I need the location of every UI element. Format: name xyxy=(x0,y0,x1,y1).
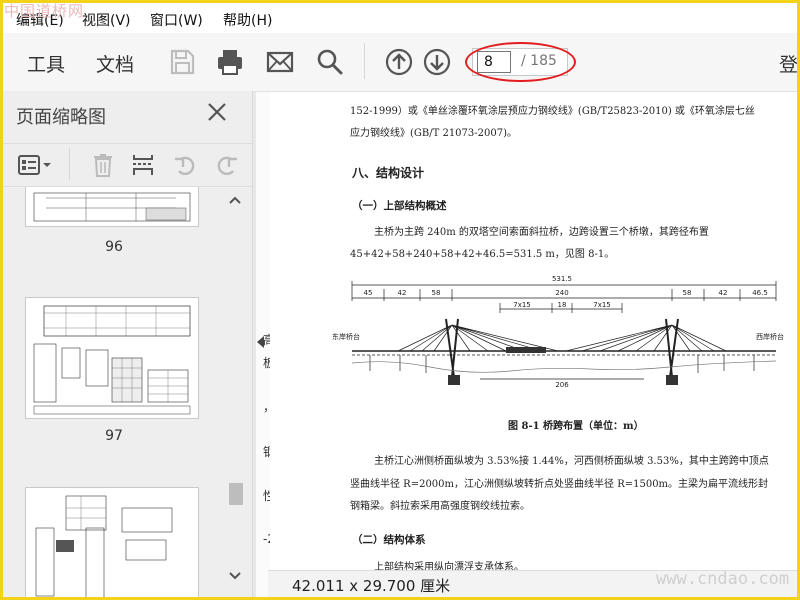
toolbar-separator xyxy=(364,43,365,79)
undo-icon[interactable] xyxy=(173,153,197,177)
login-button[interactable]: 登 xyxy=(779,50,798,77)
mail-icon[interactable] xyxy=(265,47,295,77)
thumbnail-label: 96 xyxy=(105,239,123,255)
tab-document[interactable]: 文档 xyxy=(96,50,134,77)
menu-view[interactable]: 视图(V) xyxy=(82,10,131,30)
dim-span: 58 xyxy=(432,289,441,297)
panel-separator xyxy=(69,148,70,180)
scroll-up-icon[interactable] xyxy=(229,195,241,205)
figure-caption: 图 8-1 桥跨布置（单位：m） xyxy=(508,421,644,432)
bridge-span-figure: 531.5 45 42 58 240 58 42 46.5 7x15 18 7x… xyxy=(332,275,784,389)
menu-bar: 编辑(E) 视图(V) 窗口(W) 帮助(H) xyxy=(3,3,797,33)
print-icon[interactable] xyxy=(215,47,245,77)
subsection-heading: （一）上部结构概述 xyxy=(352,200,447,212)
page-thumbnail[interactable] xyxy=(25,297,199,419)
section-heading: 八、结构设计 xyxy=(352,166,425,180)
dim-cables: 7x15 xyxy=(513,301,531,309)
right-label: 西岸桥台 xyxy=(756,332,784,341)
thumbnail-options-icon[interactable] xyxy=(17,153,53,177)
page-thumbnail[interactable] xyxy=(25,487,199,597)
dim-span: 45 xyxy=(364,289,373,297)
site-watermark: www.cndao.com xyxy=(656,569,790,589)
dim-total: 531.5 xyxy=(552,275,572,283)
subsection-heading: （二）结构体系 xyxy=(352,534,426,546)
thumbnail-list: 96 97 xyxy=(3,187,225,597)
left-label: 东岸桥台 xyxy=(332,332,360,341)
doc-text-line: 钢箱梁。斜拉索采用高强度钢绞线拉索。 xyxy=(350,501,530,512)
dim-span: 58 xyxy=(683,289,692,297)
panel-title: 页面缩略图 xyxy=(16,107,106,128)
redo-icon[interactable] xyxy=(215,153,239,177)
thumbnail-scrollbar[interactable] xyxy=(225,187,245,597)
insert-page-icon[interactable] xyxy=(131,153,155,177)
dim-cables: 7x15 xyxy=(593,301,611,309)
doc-text-line: 上部结构采用纵向漂浮支承体系。 xyxy=(374,562,524,570)
doc-text-line: 45+42+58+240+58+42+46.5=531.5 m，见图 8-1。 xyxy=(350,249,615,260)
doc-text-line: 152-1999）或《单丝涂覆环氧涂层预应力钢绞线》(GB/T25823-201… xyxy=(350,106,755,117)
search-icon[interactable] xyxy=(315,47,345,77)
doc-text-line: 主桥江心洲侧桥面纵坡为 3.53%接 1.44%，河西侧桥面纵坡 3.53%，其… xyxy=(374,456,769,467)
save-icon[interactable] xyxy=(167,47,197,77)
prev-page-icon[interactable] xyxy=(384,47,414,77)
dim-inner: 206 xyxy=(555,381,569,389)
watermark-logo: 中国道桥网 xyxy=(4,2,85,20)
panel-toolbar xyxy=(3,143,252,187)
next-page-icon[interactable] xyxy=(422,47,452,77)
menu-window[interactable]: 窗口(W) xyxy=(150,10,203,30)
scroll-down-icon[interactable] xyxy=(229,571,241,581)
delete-page-icon[interactable] xyxy=(91,153,115,177)
close-icon[interactable] xyxy=(206,101,228,123)
thumbnail-panel: 页面缩略图 96 97 xyxy=(3,91,253,597)
toolbar: 工具 文档 8 / 185 登 xyxy=(3,33,798,92)
dim-span: 42 xyxy=(719,289,728,297)
page-thumbnail[interactable] xyxy=(25,187,199,227)
dim-span: 42 xyxy=(398,289,407,297)
thumbnail-label: 97 xyxy=(105,428,123,444)
tab-tools[interactable]: 工具 xyxy=(27,50,65,77)
collapse-panel-arrow[interactable] xyxy=(257,336,264,348)
menu-help[interactable]: 帮助(H) xyxy=(223,10,272,30)
doc-text-line: 主桥为主跨 240m 的双塔空间索面斜拉桥，边跨设置三个桥墩，其跨径布置 xyxy=(374,227,709,238)
scrollbar-thumb[interactable] xyxy=(229,483,243,505)
doc-text-line: 竖曲线半径 R=2000m，江心洲侧纵坡转折点处竖曲线半径 R=1500m。主梁… xyxy=(350,479,769,490)
document-page: 152-1999）或《单丝涂覆环氧涂层预应力钢绞线》(GB/T25823-201… xyxy=(270,92,797,570)
dim-span: 46.5 xyxy=(752,289,768,297)
page-size-readout: 42.011 x 29.700 厘米 xyxy=(292,577,451,595)
highlight-ellipse xyxy=(465,42,576,82)
doc-text-line: 应力钢绞线》(GB/T 21073-2007)。 xyxy=(350,128,517,139)
dim-mid: 18 xyxy=(558,301,567,309)
dim-span: 240 xyxy=(555,289,568,297)
